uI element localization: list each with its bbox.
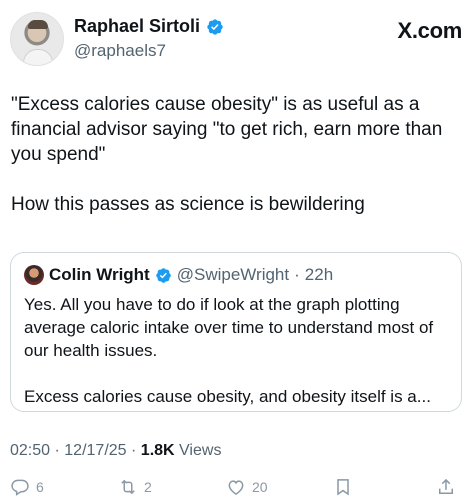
bookmark-icon bbox=[337, 479, 349, 496]
like-count: 20 bbox=[252, 479, 268, 495]
verified-badge-icon bbox=[207, 18, 223, 35]
quoted-tweet[interactable]: Colin Wright @SwipeWright · 22h Yes. All… bbox=[10, 252, 462, 412]
share-icon bbox=[439, 478, 453, 494]
avatar-shirt bbox=[23, 49, 53, 65]
tweet-header: Raphael Sirtoli @raphaels7 X.com bbox=[10, 12, 462, 68]
views-count: 1.8K bbox=[140, 442, 175, 459]
views-label: Views bbox=[179, 442, 222, 459]
verified-badge-icon bbox=[155, 267, 171, 283]
quoted-tweet-text: Yes. All you have to do if look at the g… bbox=[24, 295, 434, 406]
reply-icon bbox=[11, 479, 29, 496]
share-button[interactable] bbox=[436, 477, 456, 497]
tweet-meta: 02:50 · 12/17/25 · 1.8K Views bbox=[10, 442, 221, 460]
heart-icon bbox=[228, 480, 244, 495]
bookmark-button[interactable] bbox=[333, 477, 353, 497]
quoted-author-avatar[interactable] bbox=[24, 265, 44, 285]
x-com-logo: X.com bbox=[397, 18, 462, 43]
author-name[interactable]: Raphael Sirtoli bbox=[74, 16, 200, 37]
avatar-hair bbox=[28, 20, 48, 29]
meta-separator: · bbox=[54, 442, 60, 459]
tweet-date[interactable]: 12/17/25 bbox=[64, 442, 126, 459]
repost-button[interactable]: 2 bbox=[118, 477, 152, 497]
action-bar: 6 2 20 bbox=[0, 477, 472, 500]
author-avatar[interactable] bbox=[10, 12, 64, 66]
quoted-separator: · bbox=[294, 265, 300, 284]
quoted-author-handle[interactable]: @SwipeWright bbox=[177, 265, 289, 285]
repost-icon bbox=[121, 479, 135, 495]
meta-separator: · bbox=[131, 442, 137, 459]
tweet-text: "Excess calories cause obesity" is as us… bbox=[11, 94, 443, 215]
repost-count: 2 bbox=[144, 479, 152, 495]
tweet-time[interactable]: 02:50 bbox=[10, 442, 50, 459]
like-button[interactable]: 20 bbox=[226, 477, 268, 497]
quoted-tweet-header: Colin Wright @SwipeWright · 22h bbox=[24, 265, 333, 285]
quoted-timestamp[interactable]: 22h bbox=[305, 265, 333, 285]
author-handle[interactable]: @raphaels7 bbox=[74, 41, 166, 61]
quoted-author-name[interactable]: Colin Wright bbox=[49, 265, 150, 285]
author-name-row[interactable]: Raphael Sirtoli bbox=[74, 16, 224, 37]
reply-button[interactable]: 6 bbox=[10, 477, 44, 497]
reply-count: 6 bbox=[36, 479, 44, 495]
